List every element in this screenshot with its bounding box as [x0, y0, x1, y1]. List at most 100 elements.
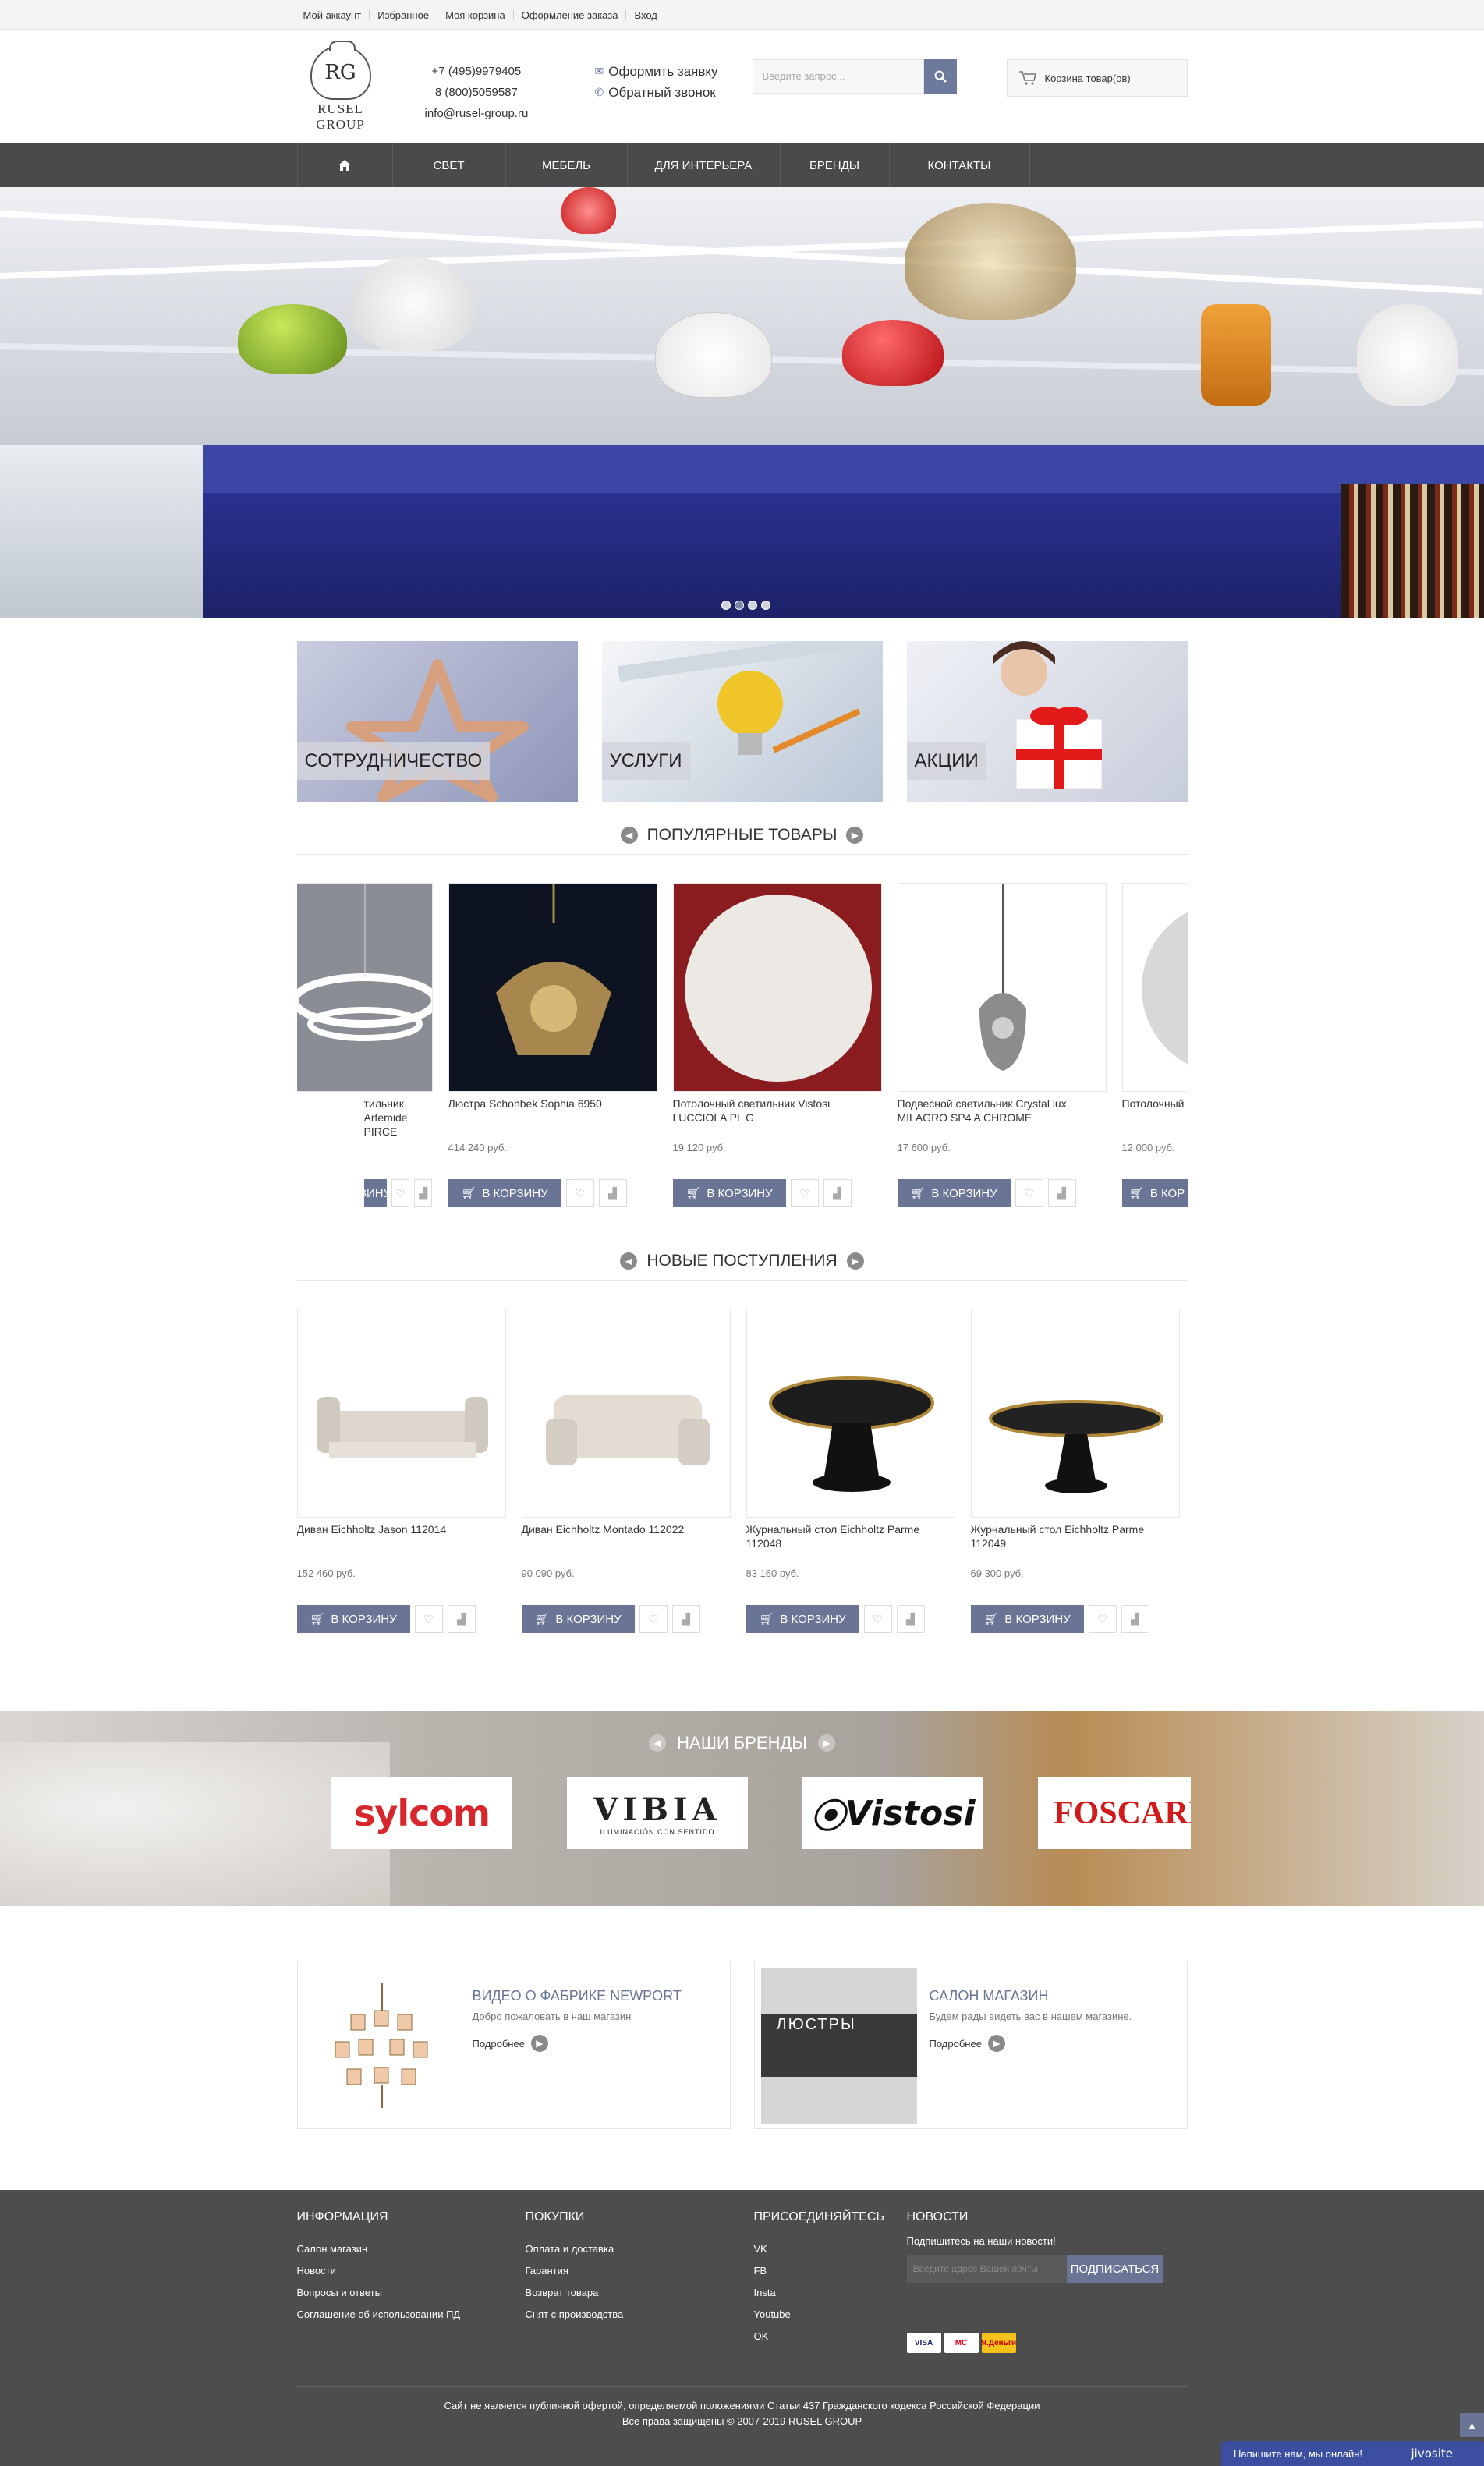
subscribe-email-input[interactable]: Введите адрес Вашей почты: [906, 2255, 1067, 2283]
add-to-cart-button[interactable]: 🛒︎ В КОРЗИНУ: [970, 1605, 1084, 1633]
next-arrow-icon[interactable]: ▶: [846, 826, 864, 844]
footer-link[interactable]: Гарантия: [526, 2260, 754, 2282]
product-name[interactable]: Журнальный стол Eichholtz Parme 112049: [971, 1522, 1180, 1560]
next-arrow-icon[interactable]: ▶: [846, 1252, 864, 1270]
hero-slider[interactable]: [0, 187, 1484, 618]
brand-logo-vibia[interactable]: VIBIA ILUMINACIÓN CON SENTIDO: [567, 1777, 748, 1849]
product-name[interactable]: Потолочный с PL80+3: [1122, 1097, 1188, 1134]
promo-sales[interactable]: АКЦИИ: [906, 641, 1188, 802]
add-to-cart-button[interactable]: 🛒︎ В КОРЗИНУ: [746, 1605, 859, 1633]
favorite-heart-icon[interactable]: ♡: [1088, 1605, 1117, 1633]
site-logo[interactable]: RG RUSEL GROUP: [297, 41, 384, 133]
subscribe-button[interactable]: ПОДПИСАТЬСЯ: [1066, 2255, 1163, 2283]
footer-link-fb[interactable]: FB: [754, 2260, 907, 2282]
add-to-cart-button[interactable]: 🛒︎ В КОР: [1121, 1179, 1188, 1207]
footer-link[interactable]: Возврат товара: [526, 2282, 754, 2304]
add-to-cart-button[interactable]: 🛒︎ В КОРЗИНУ: [296, 1605, 410, 1633]
product-name[interactable]: Диван Eichholtz Jason 112014: [297, 1522, 506, 1560]
favorite-heart-icon[interactable]: ♡: [863, 1605, 892, 1633]
product-image[interactable]: [1121, 883, 1188, 1092]
footer-link-youtube[interactable]: Youtube: [754, 2304, 907, 2326]
add-to-cart-button[interactable]: ЗИНУ: [363, 1179, 387, 1207]
product-image[interactable]: [970, 1309, 1180, 1518]
top-link-cart[interactable]: Моя корзина: [437, 9, 513, 20]
footer-link[interactable]: Снят с производства: [526, 2304, 754, 2326]
slider-dot[interactable]: [748, 601, 757, 610]
slider-dot[interactable]: [721, 601, 731, 610]
header-cart[interactable]: Корзина товар(ов): [1006, 59, 1188, 97]
footer-link[interactable]: Оплата и доставка: [526, 2238, 754, 2260]
footer-link[interactable]: Новости: [297, 2260, 526, 2282]
product-name[interactable]: Подвесной светильник Crystal lux MILAGRO…: [898, 1097, 1107, 1134]
compare-icon[interactable]: ▟: [1047, 1179, 1076, 1207]
product-image[interactable]: [296, 1309, 506, 1518]
product-name[interactable]: Журнальный стол Eichholtz Parme 112048: [746, 1522, 955, 1560]
top-link-login[interactable]: Вход: [625, 9, 664, 20]
footer-link-insta[interactable]: Insta: [754, 2282, 907, 2304]
favorite-heart-icon[interactable]: ♡: [790, 1179, 819, 1207]
prev-arrow-icon[interactable]: ◀: [620, 1252, 638, 1270]
nav-item-interior[interactable]: ДЛЯ ИНТЕРЬЕРА: [628, 143, 781, 187]
slider-dot[interactable]: [761, 601, 770, 610]
nav-item-furniture[interactable]: МЕБЕЛЬ: [506, 143, 628, 187]
compare-icon[interactable]: ▟: [447, 1605, 476, 1633]
add-to-cart-button[interactable]: 🛒︎ В КОРЗИНУ: [521, 1605, 635, 1633]
favorite-heart-icon[interactable]: ♡: [565, 1179, 594, 1207]
brand-logo-vistosi[interactable]: ⦿ Vistosi: [802, 1777, 983, 1849]
product-image[interactable]: [448, 883, 657, 1092]
order-request-link[interactable]: ✉ Оформить заявку: [595, 61, 718, 82]
scroll-up-button[interactable]: ▲: [1460, 2413, 1484, 2437]
search-button[interactable]: [923, 59, 957, 94]
brand-logo-foscarini[interactable]: FOSCARIN: [1038, 1777, 1191, 1849]
next-arrow-icon[interactable]: ▶: [817, 1734, 835, 1752]
product-image[interactable]: [672, 883, 882, 1092]
footer-link[interactable]: Соглашение об использовании ПД: [297, 2304, 526, 2326]
prev-arrow-icon[interactable]: ◀: [620, 826, 638, 844]
news-title[interactable]: САЛОН МАГАЗИН: [930, 1988, 1132, 2004]
footer-link[interactable]: Вопросы и ответы: [297, 2282, 526, 2304]
phone-2[interactable]: 8 (800)5059587: [425, 82, 529, 103]
footer-link[interactable]: Салон магазин: [297, 2238, 526, 2260]
product-name[interactable]: Люстра Schonbek Sophia 6950: [448, 1097, 657, 1134]
compare-icon[interactable]: ▟: [896, 1605, 925, 1633]
news-image[interactable]: [304, 1968, 460, 2124]
add-to-cart-button[interactable]: 🛒︎ В КОРЗИНУ: [672, 1179, 786, 1207]
slider-dot[interactable]: [735, 601, 744, 610]
promo-services[interactable]: УСЛУГИ: [601, 641, 883, 802]
favorite-heart-icon[interactable]: ♡: [391, 1179, 410, 1207]
search-input[interactable]: Введите запрос...: [752, 59, 924, 94]
compare-icon[interactable]: ▟: [598, 1179, 627, 1207]
add-to-cart-button[interactable]: 🛒︎ В КОРЗИНУ: [448, 1179, 561, 1207]
nav-item-brands[interactable]: БРЕНДЫ: [781, 143, 890, 187]
compare-icon[interactable]: ▟: [1121, 1605, 1149, 1633]
promo-cooperation[interactable]: СОТРУДНИЧЕСТВО: [296, 641, 578, 802]
footer-link-vk[interactable]: VK: [754, 2238, 907, 2260]
product-image[interactable]: [897, 883, 1107, 1092]
compare-icon[interactable]: ▟: [671, 1605, 700, 1633]
compare-icon[interactable]: ▟: [414, 1179, 433, 1207]
top-link-account[interactable]: Мой аккаунт: [303, 10, 370, 20]
news-more-link[interactable]: Подробнее ▶: [473, 2035, 682, 2052]
favorite-heart-icon[interactable]: ♡: [639, 1605, 668, 1633]
nav-item-light[interactable]: СВЕТ: [393, 143, 506, 187]
nav-item-contacts[interactable]: КОНТАКТЫ: [890, 143, 1030, 187]
phone-1[interactable]: +7 (495)9979405: [425, 61, 529, 82]
product-image[interactable]: [521, 1309, 731, 1518]
top-link-checkout[interactable]: Оформление заказа: [512, 9, 626, 20]
news-title[interactable]: ВИДЕО О ФАБРИКЕ NEWPORT: [473, 1988, 682, 2004]
product-image[interactable]: [746, 1309, 955, 1518]
callback-link[interactable]: ✆ Обратный звонок: [595, 82, 718, 103]
add-to-cart-button[interactable]: 🛒︎ В КОРЗИНУ: [897, 1179, 1011, 1207]
news-image[interactable]: ЛЮСТРЫ: [760, 1968, 917, 2124]
nav-home[interactable]: [296, 143, 393, 187]
news-more-link[interactable]: Подробнее ▶: [930, 2035, 1132, 2052]
email-link[interactable]: info@rusel-group.ru: [425, 103, 529, 124]
brand-logo-sylcom[interactable]: sylcom: [331, 1777, 512, 1849]
product-name[interactable]: Диван Eichholtz Montado 112022: [522, 1522, 731, 1560]
footer-link-ok[interactable]: OK: [754, 2326, 907, 2347]
prev-arrow-icon[interactable]: ◀: [649, 1734, 667, 1752]
top-link-favorites[interactable]: Избранное: [369, 9, 437, 20]
favorite-heart-icon[interactable]: ♡: [414, 1605, 443, 1633]
product-name[interactable]: Потолочный светильник Vistosi LUCCIOLA P…: [673, 1097, 882, 1134]
compare-icon[interactable]: ▟: [823, 1179, 852, 1207]
